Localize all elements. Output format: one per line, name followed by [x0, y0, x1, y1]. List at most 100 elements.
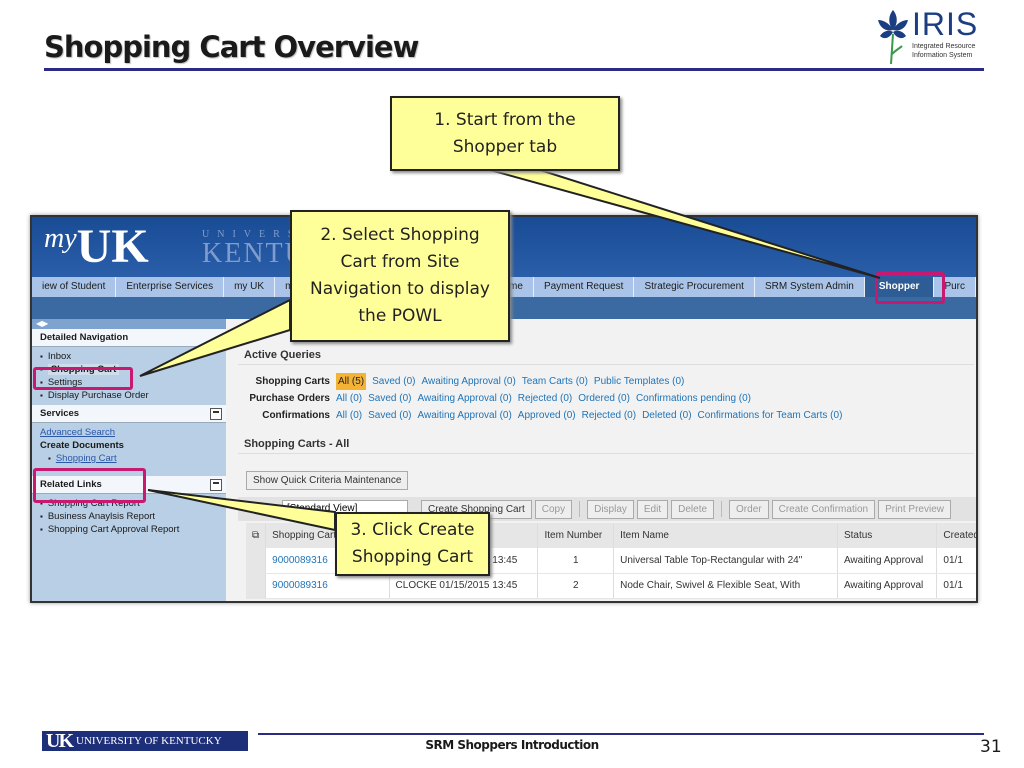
query-link[interactable]: Awaiting Approval (0): [417, 407, 511, 424]
column-header[interactable]: Created: [936, 523, 976, 548]
query-link[interactable]: Awaiting Approval (0): [421, 373, 515, 390]
active-queries: Shopping Carts All (5) Saved (0) Awaitin…: [238, 371, 976, 424]
callout-3: 3. Click Create Shopping Cart: [335, 512, 490, 576]
tab-payment-request[interactable]: Payment Request: [534, 277, 635, 297]
column-header[interactable]: Item Name: [613, 523, 838, 548]
callout-3-text: 3. Click Create Shopping Cart: [350, 520, 475, 567]
tab-srm-system-admin[interactable]: SRM System Admin: [755, 277, 865, 297]
edit-button[interactable]: Edit: [636, 499, 669, 519]
quick-criteria-button[interactable]: Show Quick Criteria Maintenance: [246, 471, 409, 490]
footer-rule: [258, 733, 984, 735]
toolbar-separator: [721, 501, 723, 517]
create-confirmation-button[interactable]: Create Confirmation: [771, 499, 876, 519]
advanced-search-row: Advanced Search: [40, 426, 218, 439]
query-link[interactable]: Deleted (0): [642, 407, 691, 424]
slide-title: Shopping Cart Overview: [44, 30, 419, 64]
created-cell: 01/1: [936, 548, 976, 574]
query-label: Purchase Orders: [249, 393, 330, 404]
created-cell: 01/1: [936, 573, 976, 599]
status-cell: Awaiting Approval: [837, 573, 938, 599]
iris-flower-icon: [878, 10, 908, 65]
query-link[interactable]: All (5): [336, 373, 367, 390]
query-link[interactable]: Public Templates (0): [594, 373, 684, 390]
collapse-icon[interactable]: [210, 408, 222, 420]
tab-strategic-procurement[interactable]: Strategic Procurement: [634, 277, 755, 297]
callout-1: 1. Start from the Shopper tab: [390, 96, 620, 171]
column-header[interactable]: Item Number: [537, 523, 615, 548]
active-queries-title: Active Queries: [238, 349, 974, 365]
toolbar-separator: [579, 501, 581, 517]
order-button[interactable]: Order: [729, 499, 769, 519]
cart-number-link[interactable]: 9000089316: [265, 573, 390, 599]
callout-2: 2. Select Shopping Cart from Site Naviga…: [290, 210, 510, 342]
tab-enterprise-services[interactable]: Enterprise Services: [116, 277, 225, 297]
create-shopping-cart-link[interactable]: Shopping Cart: [56, 453, 117, 464]
query-link[interactable]: Awaiting Approval (0): [417, 390, 511, 407]
query-label: Shopping Carts: [255, 376, 330, 387]
myuk-logo-my: my: [44, 223, 77, 254]
query-link[interactable]: All (0): [336, 390, 362, 407]
table-row[interactable]: 9000089316 CLOCKE 01/15/2015 13:45 2 Nod…: [246, 573, 976, 599]
services-header: Services: [32, 405, 226, 423]
item-name-cell: Universal Table Top-Rectangular with 24": [613, 548, 838, 574]
highlight-nav-shopping-cart: [33, 367, 133, 390]
row-selector[interactable]: [246, 573, 267, 599]
callout-2-text: 2. Select Shopping Cart from Site Naviga…: [310, 225, 490, 326]
query-link[interactable]: Approved (0): [518, 407, 576, 424]
iris-logo: IRIS Integrated Resource Information Syst…: [874, 6, 984, 66]
query-link[interactable]: Confirmations for Team Carts (0): [698, 407, 843, 424]
create-shopping-cart-row: Shopping Cart: [40, 452, 218, 465]
query-link[interactable]: Rejected (0): [582, 407, 636, 424]
query-link[interactable]: Confirmations pending (0): [636, 390, 751, 407]
query-row-shopping-carts: Shopping Carts All (5) Saved (0) Awaitin…: [238, 373, 976, 390]
print-preview-button[interactable]: Print Preview: [878, 499, 951, 519]
iris-subtitle-line2: Information System: [912, 52, 973, 59]
status-cell: Awaiting Approval: [837, 548, 938, 574]
item-name-cell: Node Chair, Swivel & Flexible Seat, With: [613, 573, 838, 599]
tab-overview-of-student[interactable]: iew of Student: [32, 277, 117, 297]
copy-button[interactable]: Copy: [534, 499, 573, 519]
detailed-navigation-panel: ◀▶ Detailed Navigation Inbox Shopping Ca…: [32, 319, 226, 601]
query-link[interactable]: Rejected (0): [518, 390, 572, 407]
column-header[interactable]: Status: [837, 523, 938, 548]
create-documents-label: Create Documents: [40, 440, 124, 451]
query-link[interactable]: All (0): [336, 407, 362, 424]
collapse-icon[interactable]: [210, 479, 222, 491]
query-link[interactable]: Saved (0): [368, 390, 411, 407]
item-number-cell: 2: [537, 573, 615, 599]
myuk-logo-uk: UK: [76, 220, 149, 273]
query-link[interactable]: Saved (0): [372, 373, 415, 390]
iris-subtitle: Integrated Resource Information System: [912, 42, 975, 60]
nav-item-inbox[interactable]: Inbox: [40, 350, 218, 363]
page-number: 31: [980, 737, 1002, 757]
item-number-cell: 1: [537, 548, 615, 574]
related-link[interactable]: Shopping Cart Approval Report: [40, 523, 218, 536]
iris-subtitle-line1: Integrated Resource: [912, 43, 976, 50]
row-selector[interactable]: [246, 548, 267, 574]
title-rule: [44, 68, 984, 71]
query-link[interactable]: Ordered (0): [578, 390, 630, 407]
highlight-shopper-tab: [875, 272, 945, 304]
services-title: Services: [40, 408, 80, 419]
highlight-create-documents: [33, 468, 146, 503]
related-link[interactable]: Business Anaylsis Report: [40, 510, 218, 523]
query-row-purchase-orders: Purchase Orders All (0) Saved (0) Awaiti…: [238, 390, 976, 407]
query-link[interactable]: Saved (0): [368, 407, 411, 424]
delete-button[interactable]: Delete: [671, 499, 715, 519]
callout-1-text: 1. Start from the Shopper tab: [434, 109, 576, 157]
display-button[interactable]: Display: [587, 499, 634, 519]
nav-item-display-po[interactable]: Display Purchase Order: [40, 389, 218, 402]
detailed-nav-header: Detailed Navigation: [32, 329, 226, 347]
query-label: Confirmations: [262, 410, 330, 421]
advanced-search-link[interactable]: Advanced Search: [40, 427, 115, 438]
nav-scroll-arrows[interactable]: ◀▶: [32, 319, 226, 329]
footer-text: SRM Shoppers Introduction: [425, 738, 599, 752]
select-all-icon[interactable]: ⧉: [246, 523, 267, 548]
query-link[interactable]: Team Carts (0): [522, 373, 588, 390]
tab-my-uk[interactable]: my UK: [224, 277, 276, 297]
query-row-confirmations: Confirmations All (0) Saved (0) Awaiting…: [238, 407, 976, 424]
shopping-carts-title: Shopping Carts - All: [238, 438, 974, 454]
created-on-cell: CLOCKE 01/15/2015 13:45: [389, 573, 539, 599]
iris-wordmark: IRIS: [912, 6, 979, 42]
myuk-logo: myUK: [44, 223, 149, 271]
